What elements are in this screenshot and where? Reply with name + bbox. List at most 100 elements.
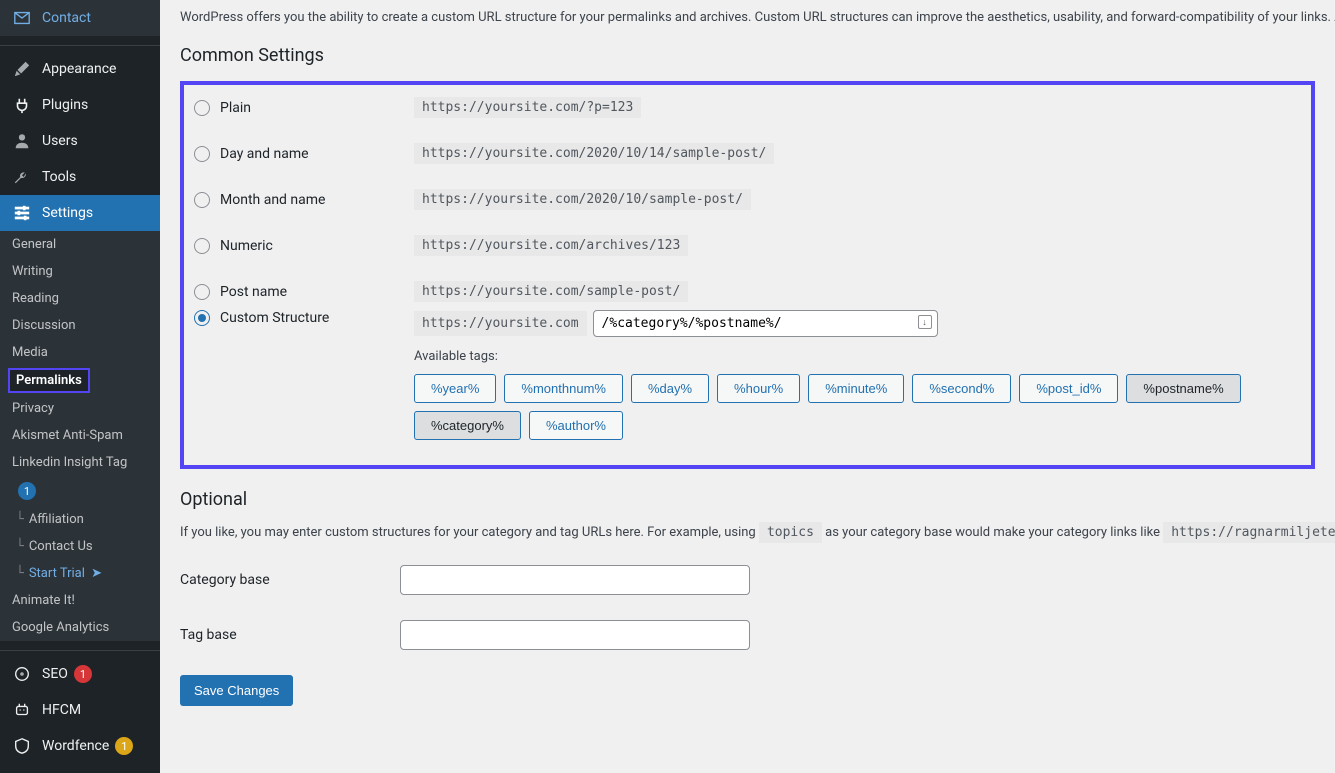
- tag-base-row: Tag base: [180, 620, 1315, 650]
- menu-label: Contact: [42, 10, 91, 26]
- robot-icon: [12, 700, 32, 720]
- tag-category[interactable]: %category%: [414, 411, 521, 440]
- menu-label: Users: [42, 133, 78, 149]
- permalink-settings-box: Plain https://yoursite.com/?p=123 Day and …: [180, 81, 1315, 469]
- submenu-label: Writing: [12, 264, 53, 279]
- option-post-name: Post name https://yoursite.com/sample-pos…: [194, 284, 1301, 300]
- menu-label: Appearance: [42, 61, 116, 77]
- submenu-label: General: [12, 237, 56, 252]
- menu-item-wp-fastest-cache[interactable]: WP Fastest Cache: [0, 764, 160, 773]
- menu-label: SEO: [42, 666, 68, 682]
- submenu-permalinks[interactable]: Permalinks: [8, 368, 90, 393]
- menu-label: Tools: [42, 169, 76, 185]
- radio-plain[interactable]: [194, 100, 210, 116]
- radio-post-name[interactable]: [194, 284, 210, 300]
- menu-label: Wordfence: [42, 738, 109, 754]
- example-code-url: https://ragnarmiljeteig.: [1163, 522, 1335, 543]
- category-base-row: Category base: [180, 565, 1315, 595]
- intro-text: WordPress offers you the ability to crea…: [180, 10, 1315, 25]
- notification-badge: 1: [115, 737, 133, 755]
- tag-hour[interactable]: %hour%: [717, 374, 800, 403]
- tag-monthnum[interactable]: %monthnum%: [504, 374, 623, 403]
- tag-author[interactable]: %author%: [529, 411, 623, 440]
- submenu-akismet-anti-spam[interactable]: Akismet Anti-Spam: [0, 422, 160, 449]
- tag-post_id[interactable]: %post_id%: [1019, 374, 1118, 403]
- submenu-reading[interactable]: Reading: [0, 285, 160, 312]
- custom-structure-input[interactable]: [593, 310, 938, 337]
- menu-item-appearance[interactable]: Appearance: [0, 51, 160, 87]
- brush-icon: [12, 59, 32, 79]
- submenu-animate-it![interactable]: Animate It!: [0, 587, 160, 614]
- submenu-label: Google Analytics: [12, 620, 109, 635]
- menu-item-settings[interactable]: Settings: [0, 195, 160, 231]
- tag-base-input[interactable]: [400, 620, 750, 650]
- optional-description: If you like, you may enter custom struct…: [180, 525, 1315, 540]
- option-example: https://yoursite.com/2020/10/sample-post…: [414, 189, 751, 210]
- option-month-and-name: Month and namehttps://yoursite.com/2020/…: [194, 192, 1301, 208]
- option-label: Day and name: [220, 146, 309, 162]
- option-example: https://yoursite.com/2020/10/14/sample-p…: [414, 143, 774, 164]
- menu-item-tools[interactable]: Tools: [0, 159, 160, 195]
- submenu-google-analytics[interactable]: Google Analytics: [0, 614, 160, 641]
- menu-label: Settings: [42, 205, 93, 221]
- menu-item-plugins[interactable]: Plugins: [0, 87, 160, 123]
- option-label: Post name: [220, 284, 287, 300]
- submenu-label: Discussion: [12, 318, 76, 333]
- optional-heading: Optional: [180, 489, 1315, 510]
- notification-badge: 1: [74, 665, 92, 683]
- option-example: https://yoursite.com/sample-post/: [414, 281, 688, 302]
- example-code-topics: topics: [759, 522, 822, 543]
- radio-month-and-name[interactable]: [194, 192, 210, 208]
- submenu-label: Start Trial: [29, 566, 85, 581]
- menu-item-seo[interactable]: SEO 1: [0, 656, 160, 692]
- option-numeric: Numerichttps://yoursite.com/archives/123: [194, 238, 1301, 254]
- sliders-icon: [12, 203, 32, 223]
- tag-day[interactable]: %day%: [631, 374, 709, 403]
- tag-second[interactable]: %second%: [912, 374, 1011, 403]
- radio-day-and-name[interactable]: [194, 146, 210, 162]
- admin-sidebar: Contact Appearance Plugins Users Tools Setti…: [0, 0, 160, 773]
- radio-numeric[interactable]: [194, 238, 210, 254]
- seo-icon: [12, 664, 32, 684]
- submenu-discussion[interactable]: Discussion: [0, 312, 160, 339]
- tag-year[interactable]: %year%: [414, 374, 496, 403]
- option-example: https://yoursite.com/?p=123: [414, 97, 641, 118]
- submenu-label: Linkedin Insight Tag: [12, 455, 127, 470]
- category-base-input[interactable]: [400, 565, 750, 595]
- menu-label: HFCM: [42, 702, 81, 718]
- menu-item-users[interactable]: Users: [0, 123, 160, 159]
- submenu-label: Media: [12, 345, 48, 360]
- submenu-general[interactable]: General: [0, 231, 160, 258]
- radio-custom-structure[interactable]: [194, 310, 210, 326]
- menu-item-hfcm[interactable]: HFCM: [0, 692, 160, 728]
- submenu-contact-us[interactable]: └Contact Us: [0, 533, 160, 560]
- content-area: WordPress offers you the ability to crea…: [160, 0, 1335, 773]
- submenu-linkedin-insight-tag[interactable]: Linkedin Insight Tag: [0, 449, 160, 476]
- menu-item-wordfence[interactable]: Wordfence 1: [0, 728, 160, 764]
- common-settings-heading: Common Settings: [180, 45, 1315, 66]
- category-base-label: Category base: [180, 572, 400, 588]
- submenu-badge-row: 1: [0, 476, 160, 506]
- save-changes-button[interactable]: Save Changes: [180, 675, 293, 706]
- submenu-media[interactable]: Media: [0, 339, 160, 366]
- option-label: Plain: [220, 100, 251, 116]
- user-icon: [12, 131, 32, 151]
- submenu-label: Akismet Anti-Spam: [12, 428, 123, 443]
- option-day-and-name: Day and name https://yoursite.com/2020/10…: [194, 146, 1301, 162]
- option-custom-structure: Custom Structure https://yoursite.com ↓ …: [194, 310, 1301, 440]
- available-tags-label: Available tags:: [414, 349, 1301, 364]
- notification-badge: 1: [18, 482, 36, 500]
- option-plain: Plain https://yoursite.com/?p=123: [194, 100, 1301, 116]
- option-example: https://yoursite.com/archives/123: [414, 235, 688, 256]
- tag-postname[interactable]: %postname%: [1126, 374, 1240, 403]
- tag-minute[interactable]: %minute%: [808, 374, 904, 403]
- available-tags: %year% %monthnum% %day% %hour% %minute% %seco…: [414, 374, 1301, 440]
- submenu-label: Affiliation: [29, 512, 84, 527]
- menu-item-contact[interactable]: Contact: [0, 0, 160, 36]
- submenu-writing[interactable]: Writing: [0, 258, 160, 285]
- submenu-affiliation[interactable]: └Affiliation: [0, 506, 160, 533]
- submenu-privacy[interactable]: Privacy: [0, 395, 160, 422]
- submenu-start-trial[interactable]: └Start Trial ➤: [0, 560, 160, 587]
- shield-icon: [12, 736, 32, 756]
- submenu-label: Privacy: [12, 401, 54, 416]
